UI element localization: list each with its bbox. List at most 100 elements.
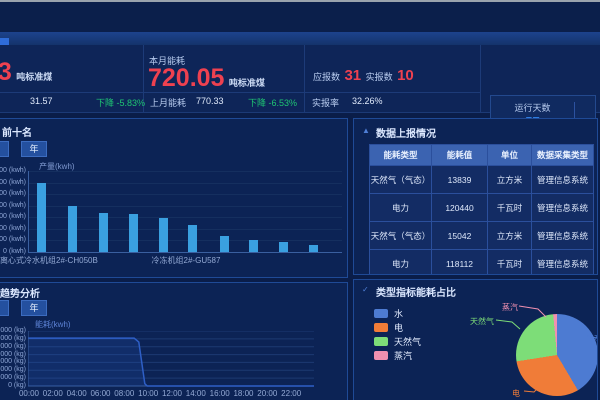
legend-label: 电: [394, 321, 403, 334]
stat-value: 720.05: [148, 64, 224, 92]
stat-reportrate-label: 实报率: [312, 96, 339, 109]
legend-swatch: [374, 309, 388, 318]
table-cell: 管理信息系统: [532, 194, 594, 222]
checkmark-icon[interactable]: ✓: [362, 285, 369, 294]
trend-chart-plot[interactable]: 0 (kg),000 (kg),000 (kg),000 (kg),000 (k…: [0, 283, 348, 400]
x-tick-label: 20:00: [254, 389, 280, 398]
y-axis-line: [28, 171, 29, 252]
y-tick-label: 0 (kg): [0, 382, 26, 389]
y-tick-label: 00 (kwh): [0, 179, 26, 186]
table-cell: 天然气（气态）: [370, 222, 432, 250]
x-tick-label: 04:00: [64, 389, 90, 398]
table-cell: 15042: [432, 222, 488, 250]
pie-chart[interactable]: [516, 314, 598, 396]
table-cell: 电力: [370, 194, 432, 222]
x-axis-label: 冷冻机组2#-GU587: [126, 255, 246, 266]
x-tick-label: 16:00: [207, 389, 233, 398]
legend-swatch: [374, 323, 388, 332]
pie-label-steam: 蒸汽: [502, 302, 518, 313]
stat-trend: 下降 -5.83%: [96, 96, 145, 109]
divider: [0, 92, 480, 93]
y-tick-label: ,000 (kg): [0, 366, 26, 373]
legend-swatch: [374, 351, 388, 360]
table-cell: 立方米: [488, 222, 532, 250]
x-tick-label: 22:00: [278, 389, 304, 398]
pie-label-electric: 电: [512, 388, 520, 399]
collapse-icon[interactable]: ▲: [362, 126, 370, 135]
x-tick-label: 00:00: [16, 389, 42, 398]
legend-swatch: [374, 337, 388, 346]
table-cell: 千瓦时: [488, 250, 532, 276]
bar: [99, 213, 108, 252]
y-tick-label: 00 (kwh): [0, 225, 26, 232]
legend-item[interactable]: 蒸汽: [374, 348, 421, 362]
legend-label: 蒸汽: [394, 349, 412, 362]
bar: [188, 225, 197, 252]
table-header-cell: 单位: [488, 145, 532, 166]
table-cell: 管理信息系统: [532, 250, 594, 276]
bar: [220, 236, 229, 252]
table-header-row: 能耗类型能耗值单位数据采集类型: [370, 145, 594, 166]
bar: [129, 214, 138, 252]
bar: [159, 218, 168, 252]
pie-label-water: 水: [594, 332, 598, 343]
bar-chart-panel: 前十名 年 产量(kwh) 0 (kwh)00 (kwh)00 (kwh)00 …: [0, 118, 348, 278]
table-header-cell: 能耗类型: [370, 145, 432, 166]
table-cell: 管理信息系统: [532, 166, 594, 194]
stat-month-energy: 720.05 吨标准煤: [148, 66, 265, 91]
table-cell: 天然气（气态）: [370, 166, 432, 194]
report-table-panel: ▲ 数据上报情况 能耗类型能耗值单位数据采集类型 天然气（气态）13839立方米…: [353, 118, 598, 275]
legend-item[interactable]: 水: [374, 306, 421, 320]
y-tick-label: ,000 (kg): [0, 335, 26, 342]
table-cell: 120440: [432, 194, 488, 222]
table-row: 电力120440千瓦时管理信息系统: [370, 194, 594, 222]
trend-chart-panel: 趋势分析 年 能耗(kwh) 0 (kg),000 (kg),000 (kg),…: [0, 282, 348, 400]
legend-item[interactable]: 天然气: [374, 334, 421, 348]
gridline: [28, 194, 342, 195]
x-axis-label: 离心式冷水机组2#-CH050B: [0, 255, 98, 266]
pie-label-gas: 天然气: [470, 316, 494, 327]
x-tick-label: 08:00: [111, 389, 137, 398]
table-cell: 千瓦时: [488, 194, 532, 222]
table-row: 天然气（气态）13839立方米管理信息系统: [370, 166, 594, 194]
legend-label: 水: [394, 307, 403, 320]
pie-panel-title: 类型指标能耗占比: [376, 284, 456, 299]
divider: [304, 45, 305, 112]
table-cell: 管理信息系统: [532, 222, 594, 250]
y-tick-label: 00 (kwh): [0, 190, 26, 197]
y-tick-label: ,000 (kg): [0, 358, 26, 365]
dashboard: 73 吨标准煤 31.57 下降 -5.83% 本月能耗 720.05 吨标准煤…: [0, 0, 600, 400]
table-cell: 电力: [370, 250, 432, 276]
bar: [37, 183, 46, 252]
y-tick-label: 00 (kwh): [0, 236, 26, 243]
legend-item[interactable]: 电: [374, 320, 421, 334]
y-tick-label: ,000 (kg): [0, 374, 26, 381]
bar: [309, 245, 318, 253]
gridline: [28, 183, 342, 184]
x-tick-label: 14:00: [183, 389, 209, 398]
table-row: 天然气（气态）15042立方米管理信息系统: [370, 222, 594, 250]
stat-value: 73: [0, 58, 12, 86]
table-header-cell: 数据采集类型: [532, 145, 594, 166]
x-tick-label: 12:00: [159, 389, 185, 398]
table-header-cell: 能耗值: [432, 145, 488, 166]
divider: [480, 45, 481, 112]
table-cell: 118112: [432, 250, 488, 276]
y-tick-label: 00 (kwh): [0, 213, 26, 220]
stat-unit: 吨标准煤: [16, 72, 52, 82]
stat-trend: 下降 -6.53%: [248, 96, 297, 109]
nav-accent: [0, 38, 9, 45]
y-tick-label: 0 (kwh): [0, 248, 26, 255]
report-table: 能耗类型能耗值单位数据采集类型 天然气（气态）13839立方米管理信息系统电力1…: [369, 144, 594, 275]
gridline: [28, 252, 342, 253]
stat-lastmonth-value: 770.33: [196, 96, 224, 106]
bar: [68, 206, 77, 252]
y-tick-label: ,000 (kg): [0, 351, 26, 358]
pie-legend: 水电天然气蒸汽: [374, 306, 421, 362]
stat-lastmonth-label: 上月能耗: [150, 96, 186, 109]
y-tick-label: ,000 (kg): [0, 327, 26, 334]
x-tick-label: 02:00: [40, 389, 66, 398]
bar-chart-plot[interactable]: 0 (kwh) 00 (kwh) 00 (kwh) 00 (kwh) 00 (kwh) 0…: [0, 119, 348, 278]
stats-band: 73 吨标准煤 31.57 下降 -5.83% 本月能耗 720.05 吨标准煤…: [0, 45, 600, 113]
stat-report-counts: 应报数 31 实报数 10: [313, 67, 414, 85]
